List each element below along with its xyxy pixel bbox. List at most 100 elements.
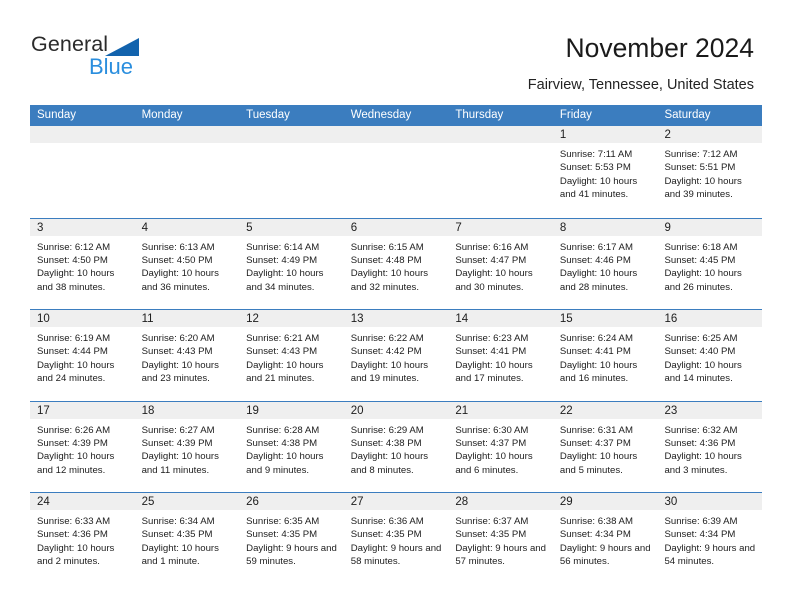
calendar-week-row: 3 Sunrise: 6:12 AM Sunset: 4:50 PM Daylight… bbox=[30, 217, 763, 309]
calendar-day-cell[interactable]: 2 Sunrise: 7:12 AM Sunset: 5:51 PM Daylight… bbox=[657, 126, 763, 218]
day-sun-info: Sunrise: 6:13 AM Sunset: 4:50 PM Daylight:… bbox=[135, 237, 240, 295]
calendar-day-cell[interactable]: 9 Sunrise: 6:18 AM Sunset: 4:45 PM Daylight… bbox=[657, 218, 763, 309]
calendar-day-cell[interactable]: 23 Sunrise: 6:32 AM Sunset: 4:36 PM Dayligh… bbox=[657, 401, 763, 492]
general-blue-logo[interactable]: General Blue bbox=[31, 32, 241, 84]
calendar-day-cell[interactable]: 20 Sunrise: 6:29 AM Sunset: 4:38 PM Dayligh… bbox=[343, 401, 449, 492]
calendar-day-cell[interactable]: 14 Sunrise: 6:23 AM Sunset: 4:41 PM Dayligh… bbox=[448, 310, 553, 401]
day-number-band: 4 bbox=[134, 218, 240, 237]
day-number-band bbox=[343, 126, 449, 144]
sunrise-text: Sunrise: 6:28 AM bbox=[246, 424, 320, 436]
day-sun-info: Sunrise: 6:20 AM Sunset: 4:43 PM Daylight:… bbox=[135, 328, 240, 386]
day-sun-info: Sunrise: 6:30 AM Sunset: 4:37 PM Daylight:… bbox=[448, 420, 553, 478]
sunrise-text: Sunrise: 6:21 AM bbox=[246, 333, 320, 344]
calendar-day-cell[interactable]: 4 Sunrise: 6:13 AM Sunset: 4:50 PM Daylight… bbox=[134, 218, 240, 309]
day-number: 18 bbox=[141, 404, 155, 417]
day-number: 14 bbox=[455, 313, 469, 325]
sunrise-text: Sunrise: 7:12 AM bbox=[664, 149, 738, 160]
calendar-day-cell[interactable]: 26 Sunrise: 6:35 AM Sunset: 4:35 PM Dayligh… bbox=[239, 493, 344, 584]
daylight-text: Daylight: 10 hours and 30 minutes. bbox=[455, 268, 533, 293]
day-sun-info: Sunrise: 6:38 AM Sunset: 4:34 PM Daylight:… bbox=[553, 511, 658, 569]
daylight-text: Daylight: 10 hours and 39 minutes. bbox=[664, 175, 742, 201]
sunrise-text: Sunrise: 6:29 AM bbox=[350, 424, 424, 436]
calendar-day-cell[interactable]: 10 Sunrise: 6:19 AM Sunset: 4:44 PM Dayligh… bbox=[30, 310, 135, 401]
daylight-text: Daylight: 10 hours and 9 minutes. bbox=[246, 451, 324, 476]
sunrise-text: Sunrise: 6:12 AM bbox=[37, 241, 111, 253]
daylight-text: Daylight: 9 hours and 57 minutes. bbox=[455, 542, 546, 568]
calendar-day-cell[interactable]: 24 Sunrise: 6:33 AM Sunset: 4:36 PM Dayligh… bbox=[30, 493, 135, 584]
day-number-band bbox=[448, 126, 553, 144]
day-number-band: 27 bbox=[343, 493, 449, 511]
sunrise-text: Sunrise: 6:37 AM bbox=[455, 516, 529, 527]
calendar-day-cell[interactable]: 13 Sunrise: 6:22 AM Sunset: 4:42 PM Dayligh… bbox=[343, 310, 449, 401]
day-number: 17 bbox=[37, 404, 50, 417]
day-number-band: 21 bbox=[448, 401, 553, 420]
weekday-header-wednesday: Wednesday bbox=[350, 109, 412, 121]
calendar-day-cell[interactable]: 11 Sunrise: 6:20 AM Sunset: 4:43 PM Dayligh… bbox=[134, 310, 240, 401]
daylight-text: Daylight: 10 hours and 41 minutes. bbox=[559, 175, 638, 201]
day-number-band: 19 bbox=[239, 401, 344, 420]
sunset-text: Sunset: 4:39 PM bbox=[37, 437, 108, 449]
calendar-day-cell[interactable]: 8 Sunrise: 6:17 AM Sunset: 4:46 PM Daylight… bbox=[552, 218, 658, 309]
day-sun-info: Sunrise: 6:14 AM Sunset: 4:49 PM Daylight:… bbox=[239, 237, 344, 295]
day-number-band: 3 bbox=[30, 218, 135, 237]
day-number-band: 2 bbox=[657, 126, 763, 144]
day-number: 12 bbox=[246, 313, 259, 325]
calendar-day-cell-empty bbox=[343, 126, 449, 218]
calendar-day-cell[interactable]: 17 Sunrise: 6:26 AM Sunset: 4:39 PM Dayligh… bbox=[30, 401, 135, 492]
calendar-day-cell[interactable]: 28 Sunrise: 6:37 AM Sunset: 4:35 PM Dayligh… bbox=[448, 493, 553, 584]
day-sun-info: Sunrise: 6:22 AM Sunset: 4:42 PM Daylight:… bbox=[344, 328, 449, 386]
day-number-band bbox=[239, 126, 344, 144]
calendar-day-cell[interactable]: 12 Sunrise: 6:21 AM Sunset: 4:43 PM Dayligh… bbox=[239, 310, 344, 401]
sunset-text: Sunset: 4:37 PM bbox=[455, 437, 527, 449]
sunrise-text: Sunrise: 6:25 AM bbox=[664, 333, 738, 344]
day-sun-info: Sunrise: 6:15 AM Sunset: 4:48 PM Daylight:… bbox=[344, 237, 449, 295]
calendar-day-cell-empty bbox=[30, 126, 135, 218]
weekday-header-tuesday: Tuesday bbox=[246, 109, 290, 121]
day-number: 24 bbox=[37, 496, 50, 508]
daylight-text: Daylight: 9 hours and 58 minutes. bbox=[350, 542, 442, 568]
page-title: November 2024 bbox=[565, 33, 754, 63]
calendar-day-cell[interactable]: 6 Sunrise: 6:15 AM Sunset: 4:48 PM Daylight… bbox=[343, 218, 449, 309]
day-number-band: 24 bbox=[30, 493, 135, 511]
day-number: 19 bbox=[246, 404, 259, 417]
day-number-band bbox=[134, 126, 240, 144]
daylight-text: Daylight: 10 hours and 16 minutes. bbox=[559, 359, 638, 385]
calendar-day-cell[interactable]: 15 Sunrise: 6:24 AM Sunset: 4:41 PM Dayligh… bbox=[552, 310, 658, 401]
daylight-text: Daylight: 10 hours and 11 minutes. bbox=[141, 451, 219, 476]
calendar-grid: Sunday Monday Tuesday Wednesday Thursday… bbox=[30, 105, 763, 584]
sunrise-text: Sunrise: 6:18 AM bbox=[664, 241, 738, 253]
daylight-text: Daylight: 10 hours and 28 minutes. bbox=[559, 268, 638, 293]
calendar-day-cell[interactable]: 25 Sunrise: 6:34 AM Sunset: 4:35 PM Dayligh… bbox=[134, 493, 240, 584]
calendar-day-cell[interactable]: 1 Sunrise: 7:11 AM Sunset: 5:53 PM Daylight… bbox=[552, 126, 658, 218]
daylight-text: Daylight: 10 hours and 32 minutes. bbox=[350, 268, 429, 293]
calendar-day-cell[interactable]: 27 Sunrise: 6:36 AM Sunset: 4:35 PM Dayligh… bbox=[343, 493, 449, 584]
sunrise-text: Sunrise: 6:33 AM bbox=[37, 516, 111, 527]
calendar-week-row: 10 Sunrise: 6:19 AM Sunset: 4:44 PM Dayligh… bbox=[30, 309, 763, 401]
calendar-day-cell[interactable]: 19 Sunrise: 6:28 AM Sunset: 4:38 PM Dayligh… bbox=[239, 401, 344, 492]
calendar-day-cell[interactable]: 18 Sunrise: 6:27 AM Sunset: 4:39 PM Dayligh… bbox=[134, 401, 240, 492]
sunset-text: Sunset: 4:42 PM bbox=[350, 346, 422, 358]
calendar-day-cell[interactable]: 30 Sunrise: 6:39 AM Sunset: 4:34 PM Dayligh… bbox=[657, 493, 763, 584]
sunset-text: Sunset: 4:38 PM bbox=[246, 437, 318, 449]
calendar-day-cell[interactable]: 5 Sunrise: 6:14 AM Sunset: 4:49 PM Daylight… bbox=[239, 218, 344, 309]
day-number: 25 bbox=[141, 496, 155, 508]
sunrise-text: Sunrise: 6:22 AM bbox=[350, 333, 424, 344]
day-number: 26 bbox=[246, 496, 259, 508]
calendar-day-cell[interactable]: 29 Sunrise: 6:38 AM Sunset: 4:34 PM Dayligh… bbox=[552, 493, 658, 584]
sunrise-text: Sunrise: 6:32 AM bbox=[664, 424, 738, 436]
day-sun-info: Sunrise: 6:31 AM Sunset: 4:37 PM Daylight:… bbox=[553, 420, 658, 478]
daylight-text: Daylight: 10 hours and 8 minutes. bbox=[350, 451, 429, 476]
day-sun-info: Sunrise: 6:36 AM Sunset: 4:35 PM Daylight:… bbox=[344, 511, 449, 569]
calendar-day-cell[interactable]: 3 Sunrise: 6:12 AM Sunset: 4:50 PM Daylight… bbox=[30, 218, 135, 309]
sunset-text: Sunset: 4:50 PM bbox=[37, 254, 108, 266]
sunset-text: Sunset: 4:39 PM bbox=[141, 437, 213, 449]
calendar-day-cell[interactable]: 16 Sunrise: 6:25 AM Sunset: 4:40 PM Dayligh… bbox=[657, 310, 763, 401]
day-number-band: 10 bbox=[30, 310, 135, 328]
sunrise-text: Sunrise: 6:20 AM bbox=[141, 333, 215, 344]
calendar-day-cell[interactable]: 22 Sunrise: 6:31 AM Sunset: 4:37 PM Dayligh… bbox=[552, 401, 658, 492]
calendar-day-cell[interactable]: 21 Sunrise: 6:30 AM Sunset: 4:37 PM Dayligh… bbox=[448, 401, 553, 492]
calendar-day-cell-empty bbox=[239, 126, 344, 218]
day-number-band: 20 bbox=[343, 401, 449, 420]
day-number-band: 18 bbox=[134, 401, 240, 420]
calendar-day-cell[interactable]: 7 Sunrise: 6:16 AM Sunset: 4:47 PM Daylight… bbox=[448, 218, 553, 309]
